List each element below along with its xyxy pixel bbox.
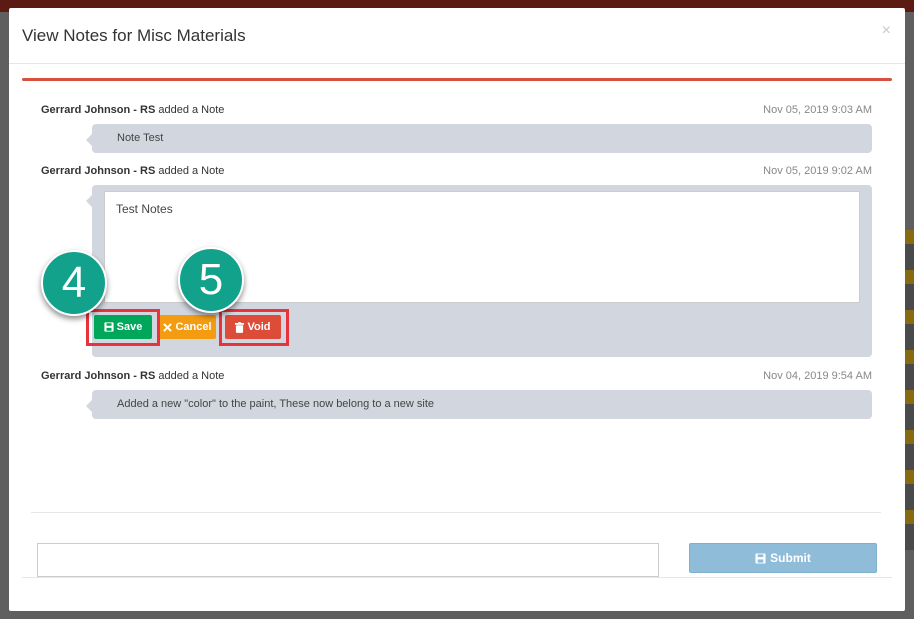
- new-note-input[interactable]: [37, 543, 659, 577]
- save-highlight-box: [86, 309, 160, 346]
- note-bubble: Added a new "color" to the paint, These …: [86, 390, 872, 419]
- note-action: added a Note: [155, 104, 225, 116]
- note-text: Added a new "color" to the paint, These …: [117, 398, 435, 410]
- footer-divider: [31, 512, 881, 513]
- step-callout-4: 4: [41, 250, 107, 316]
- note-author: Gerrard Johnson -: [41, 165, 141, 177]
- note-timestamp: Nov 04, 2019 9:54 AM: [763, 370, 872, 382]
- note-bubble: Note Test: [86, 124, 872, 153]
- cancel-button[interactable]: Cancel: [159, 315, 216, 339]
- submit-label: Submit: [770, 551, 811, 565]
- note-header: Gerrard Johnson - RS added a Note Nov 05…: [41, 104, 872, 116]
- modal-header: View Notes for Misc Materials ×: [9, 8, 905, 64]
- background-page-edge: [904, 230, 914, 550]
- note-action: added a Note: [155, 165, 225, 177]
- note-author: Gerrard Johnson -: [41, 104, 141, 116]
- note-author-role: RS: [140, 104, 156, 116]
- note-text: Note Test: [117, 132, 164, 144]
- note-action: added a Note: [155, 370, 225, 382]
- note-timestamp: Nov 05, 2019 9:02 AM: [763, 165, 872, 177]
- close-icon[interactable]: ×: [882, 22, 891, 40]
- note-author-role: RS: [140, 165, 156, 177]
- times-icon: [163, 322, 173, 332]
- void-highlight-box: [219, 309, 289, 346]
- bottom-divider: [22, 577, 892, 578]
- floppy-disk-icon: [755, 552, 766, 564]
- note-header: Gerrard Johnson - RS added a Note Nov 04…: [41, 370, 872, 382]
- accent-divider: [22, 78, 892, 81]
- note-author: Gerrard Johnson -: [41, 370, 141, 382]
- note-timestamp: Nov 05, 2019 9:03 AM: [763, 104, 872, 116]
- cancel-label: Cancel: [175, 321, 212, 333]
- note-author-role: RS: [140, 370, 156, 382]
- note-header: Gerrard Johnson - RS added a Note Nov 05…: [41, 165, 872, 177]
- submit-button[interactable]: Submit: [689, 543, 877, 573]
- step-callout-5: 5: [178, 247, 244, 313]
- modal-title: View Notes for Misc Materials: [22, 26, 246, 45]
